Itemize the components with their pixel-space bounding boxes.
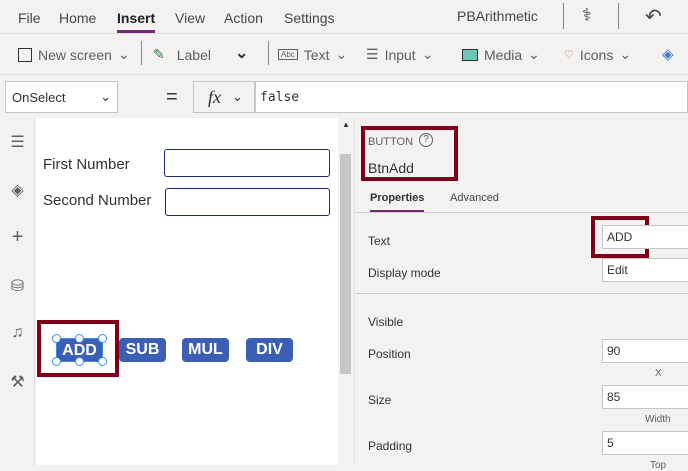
app-checker-icon[interactable]: ⚕ <box>582 5 592 26</box>
resize-handle[interactable] <box>98 357 107 366</box>
canvas-scrollbar[interactable]: ▲ <box>338 118 354 465</box>
menu-insert[interactable]: Insert <box>117 10 156 33</box>
padding-top-input[interactable]: 5 <box>602 431 688 455</box>
size-label: Size <box>368 393 392 407</box>
formula-input[interactable]: false <box>255 81 688 113</box>
control-type: BUTTON <box>368 136 414 148</box>
x-label: X <box>655 368 662 379</box>
label-label: Label <box>176 46 211 63</box>
resize-handle[interactable] <box>52 357 61 366</box>
display-mode-dropdown[interactable]: Edit <box>602 258 688 282</box>
plus-icon[interactable]: + <box>0 226 35 249</box>
second-number-label: Second Number <box>43 192 152 209</box>
app-canvas: First Number Second Number ADD SUB MUL D… <box>36 118 338 465</box>
icons-icon: ♡ <box>564 49 574 61</box>
menu-settings[interactable]: Settings <box>284 10 335 26</box>
divider <box>355 212 688 213</box>
toolbar: New screen ⌄ ✎ Label ⌄ Abc Text ⌄ ☰ Input ⌄ Me… <box>0 35 688 75</box>
fx-button[interactable]: fx ⌄ <box>193 81 255 113</box>
control-name: BtnAdd <box>368 160 414 176</box>
components-icon[interactable]: ◈ <box>662 45 674 63</box>
chevron-down-icon: ⌄ <box>100 89 111 104</box>
fx-icon: fx <box>208 87 221 107</box>
display-mode-label: Display mode <box>368 266 441 280</box>
mul-button[interactable]: MUL <box>182 338 229 362</box>
divider <box>563 3 564 29</box>
menu-bar: File Home Insert View Action Settings PB… <box>0 0 688 34</box>
div-button[interactable]: DIV <box>246 338 293 362</box>
property-dropdown[interactable]: OnSelect ⌄ <box>5 81 118 113</box>
undo-icon[interactable]: ↶ <box>645 4 662 29</box>
text-label: Text <box>303 46 330 63</box>
image-icon <box>462 48 478 61</box>
text-property-input[interactable]: ADD <box>602 225 688 249</box>
equals-sign: = <box>166 86 178 108</box>
formula-bar: OnSelect ⌄ = fx ⌄ false <box>0 76 688 118</box>
input-button[interactable]: ☰ Input ⌄ <box>366 46 433 63</box>
padding-label: Padding <box>368 439 413 453</box>
new-screen-label: New screen <box>38 46 112 63</box>
properties-panel: BUTTON ? BtnAdd Properties Advanced Text… <box>354 118 688 471</box>
tab-advanced[interactable]: Advanced <box>450 192 499 204</box>
position-x-input[interactable]: 90 <box>602 339 688 363</box>
label-button[interactable]: ✎ Label <box>153 46 211 63</box>
width-label: Width <box>645 414 671 425</box>
media-icon[interactable]: ♫ <box>0 324 35 342</box>
chevron-down-icon[interactable]: ⌄ <box>235 43 248 63</box>
sub-button[interactable]: SUB <box>119 338 166 362</box>
chevron-down-icon: ⌄ <box>117 46 130 62</box>
menu-home[interactable]: Home <box>59 10 96 26</box>
tools-icon[interactable]: ⚒ <box>0 372 35 392</box>
menu-action[interactable]: Action <box>224 10 263 26</box>
chevron-down-icon: ⌄ <box>421 46 434 62</box>
media-button[interactable]: Media ⌄ <box>462 46 540 63</box>
layers-icon[interactable]: ◈ <box>0 180 35 200</box>
chevron-down-icon: ⌄ <box>335 46 348 62</box>
formula-value: false <box>260 90 300 105</box>
property-value: OnSelect <box>12 90 66 105</box>
first-number-input[interactable] <box>164 149 330 177</box>
scrollbar-thumb[interactable] <box>340 154 351 374</box>
new-screen-icon <box>18 47 32 62</box>
hamburger-icon[interactable]: ☰ <box>0 132 35 152</box>
tab-properties[interactable]: Properties <box>370 192 425 212</box>
help-icon[interactable]: ? <box>419 133 433 147</box>
icons-label: Icons <box>579 46 614 63</box>
divider <box>268 41 269 65</box>
visible-label: Visible <box>368 315 404 329</box>
input-label: Input <box>384 46 416 63</box>
chevron-down-icon: ⌄ <box>528 46 540 62</box>
menu-file[interactable]: File <box>18 10 41 26</box>
chevron-down-icon: ⌄ <box>232 89 243 104</box>
top-label: Top <box>650 460 667 471</box>
left-rail: ☰ ◈ + ⛁ ♫ ⚒ <box>0 118 35 465</box>
sliders-icon: ☰ <box>366 46 379 62</box>
database-icon[interactable]: ⛁ <box>0 276 35 296</box>
divider <box>355 293 688 294</box>
chevron-down-icon: ⌄ <box>619 46 632 62</box>
resize-handle[interactable] <box>75 357 84 366</box>
second-number-input[interactable] <box>165 188 330 216</box>
text-property-label: Text <box>368 234 391 248</box>
resize-handle[interactable] <box>52 334 61 343</box>
size-width-input[interactable]: 85 <box>602 385 688 409</box>
resize-handle[interactable] <box>98 334 107 343</box>
first-number-label: First Number <box>43 156 130 173</box>
menu-view[interactable]: View <box>175 10 205 26</box>
scroll-up-icon[interactable]: ▲ <box>342 120 350 129</box>
divider <box>141 41 142 65</box>
divider <box>618 3 619 29</box>
pencil-icon: ✎ <box>153 46 165 62</box>
icons-button[interactable]: ♡ Icons ⌄ <box>564 46 631 63</box>
text-button[interactable]: Abc Text ⌄ <box>278 46 347 63</box>
app-name: PBArithmetic <box>457 8 538 24</box>
text-icon: Abc <box>278 49 298 60</box>
position-label: Position <box>368 347 411 361</box>
resize-handle[interactable] <box>75 334 84 343</box>
new-screen-button[interactable]: New screen ⌄ <box>18 46 130 63</box>
media-label: Media <box>484 46 523 63</box>
